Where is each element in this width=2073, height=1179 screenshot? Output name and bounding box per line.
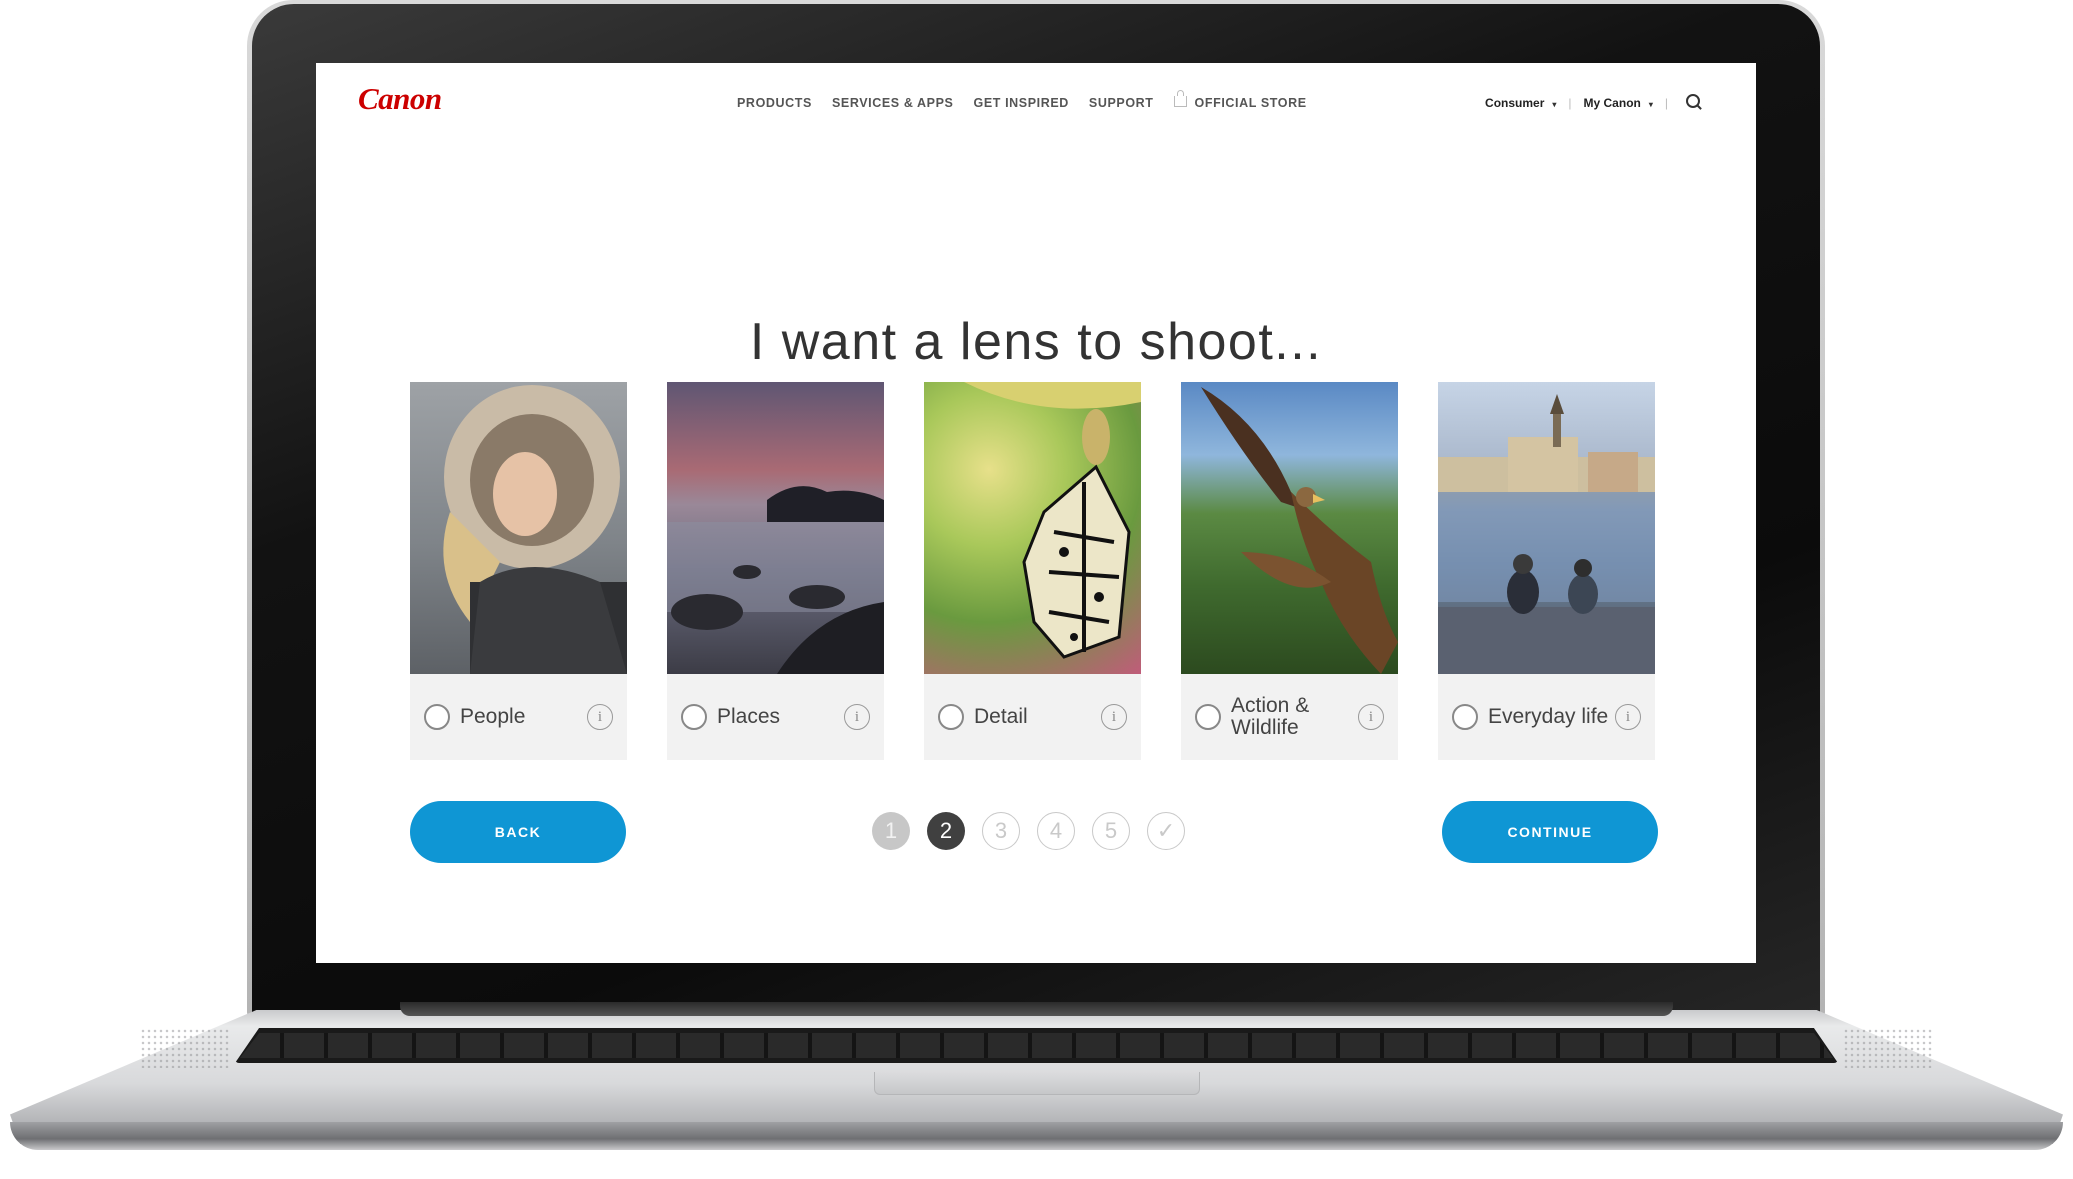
radio-action-wildlife[interactable] <box>1195 704 1221 730</box>
info-icon[interactable]: i <box>844 704 870 730</box>
nav-official-store-label: OFFICIAL STORE <box>1194 96 1307 110</box>
laptop-key-row <box>240 1033 1833 1058</box>
shopping-bag-icon <box>1173 89 1187 107</box>
radio-detail[interactable] <box>938 704 964 730</box>
back-button[interactable]: BACK <box>410 801 626 863</box>
my-canon-dropdown[interactable]: My Canon ▾ <box>1584 96 1653 110</box>
option-everyday-life[interactable]: Everyday life i <box>1452 674 1641 760</box>
option-label-detail: Detail <box>974 705 1028 728</box>
info-icon[interactable]: i <box>587 704 613 730</box>
step-complete-check-icon: ✓ <box>1147 812 1185 850</box>
info-icon[interactable]: i <box>1615 704 1641 730</box>
option-detail[interactable]: Detail i <box>938 674 1127 760</box>
option-places[interactable]: Places i <box>681 674 870 760</box>
nav-support[interactable]: SUPPORT <box>1089 96 1154 110</box>
continue-button[interactable]: CONTINUE <box>1442 801 1658 863</box>
radio-everyday-life[interactable] <box>1452 704 1478 730</box>
speaker-grille-right <box>1843 1028 1933 1068</box>
everyday-life-photo <box>1438 382 1655 674</box>
option-card-places[interactable]: Places i <box>667 382 884 760</box>
action-wildlife-photo-art <box>1201 387 1398 674</box>
option-label-everyday-life: Everyday life <box>1488 705 1609 728</box>
nav-products[interactable]: PRODUCTS <box>737 96 812 110</box>
option-card-action-wildlife[interactable]: Action & Wildlife i <box>1181 382 1398 760</box>
utility-separator: | <box>1664 96 1668 110</box>
option-card-everyday-life[interactable]: Everyday life i <box>1438 382 1655 760</box>
option-card-people[interactable]: People i <box>410 382 627 760</box>
utility-separator: | <box>1568 96 1572 110</box>
detail-photo-art <box>964 382 1141 659</box>
option-label-people: People <box>460 705 526 728</box>
nav-services-apps[interactable]: SERVICES & APPS <box>832 96 954 110</box>
places-photo-art <box>667 486 884 674</box>
laptop-hinge <box>400 1002 1673 1016</box>
info-icon[interactable]: i <box>1358 704 1384 730</box>
step-5: 5 <box>1092 812 1130 850</box>
detail-photo <box>924 382 1141 674</box>
consumer-dropdown[interactable]: Consumer ▾ <box>1485 96 1556 110</box>
people-photo <box>410 382 627 674</box>
option-label-action-wildlife: Action & Wildlife <box>1231 694 1310 739</box>
step-2[interactable]: 2 <box>927 812 965 850</box>
nav-get-inspired[interactable]: GET INSPIRED <box>974 96 1069 110</box>
chevron-down-icon: ▾ <box>1648 100 1653 109</box>
everyday-life-photo-art <box>1438 394 1655 674</box>
chevron-down-icon: ▾ <box>1552 100 1557 109</box>
option-card-detail[interactable]: Detail i <box>924 382 1141 760</box>
progress-steps: 1 2 3 4 5 ✓ <box>872 812 1185 850</box>
option-cards: People i Places i Detail i Action & Wild… <box>410 382 1655 760</box>
people-photo-art <box>443 385 627 674</box>
laptop-trackpad <box>874 1072 1200 1095</box>
action-wildlife-photo <box>1181 382 1398 674</box>
option-people[interactable]: People i <box>424 674 613 760</box>
nav-official-store[interactable]: OFFICIAL STORE <box>1173 89 1307 110</box>
step-4: 4 <box>1037 812 1075 850</box>
radio-places[interactable] <box>681 704 707 730</box>
option-action-wildlife[interactable]: Action & Wildlife i <box>1195 674 1384 760</box>
utility-nav: Consumer ▾ | My Canon ▾ | <box>1485 94 1700 110</box>
laptop-base-edge <box>10 1122 2063 1150</box>
page-title: I want a lens to shoot... <box>749 312 1323 371</box>
info-icon[interactable]: i <box>1101 704 1127 730</box>
step-3: 3 <box>982 812 1020 850</box>
step-1[interactable]: 1 <box>872 812 910 850</box>
browser-screen: Canon PRODUCTS SERVICES & APPS GET INSPI… <box>316 63 1756 963</box>
my-canon-dropdown-label: My Canon <box>1583 96 1641 110</box>
radio-people[interactable] <box>424 704 450 730</box>
option-label-places: Places <box>717 705 781 728</box>
main-nav: PRODUCTS SERVICES & APPS GET INSPIRED SU… <box>737 89 1307 110</box>
consumer-dropdown-label: Consumer <box>1485 96 1545 110</box>
canon-logo[interactable]: Canon <box>358 81 442 117</box>
search-icon[interactable] <box>1686 94 1700 108</box>
speaker-grille-left <box>140 1028 230 1068</box>
places-photo <box>667 382 884 674</box>
